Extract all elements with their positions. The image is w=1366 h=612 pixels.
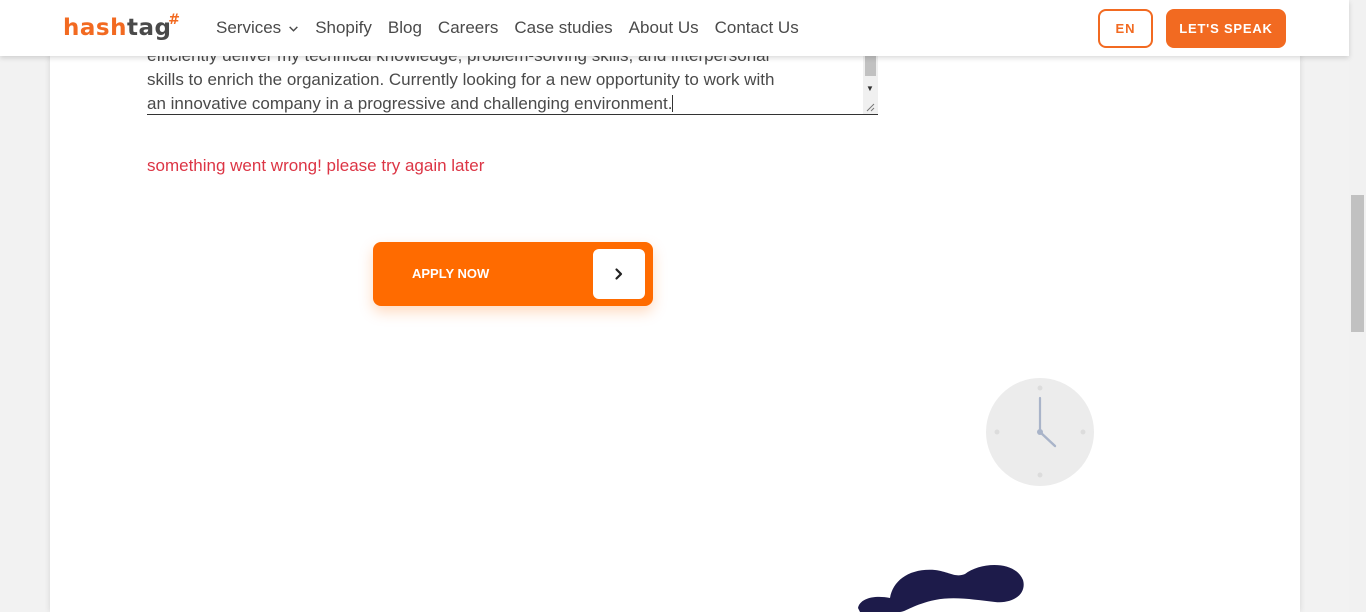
clock-illustration [986, 378, 1094, 486]
logo-mark: # [168, 12, 181, 28]
nav-item-careers[interactable]: Careers [438, 18, 498, 38]
nav-item-label: Services [216, 18, 282, 37]
hashtag-logo[interactable]: hashtag # [63, 10, 180, 46]
page-scrollbar[interactable] [1349, 0, 1366, 612]
lets-speak-button[interactable]: LET'S SPEAK [1166, 9, 1286, 48]
chevron-right-icon [615, 268, 623, 280]
text-cursor [672, 95, 674, 112]
textarea-line: an innovative company in a progressive a… [147, 92, 847, 114]
form-error-message: something went wrong! please try again l… [147, 156, 485, 175]
apply-arrow-box [593, 249, 645, 299]
nav-item-blog[interactable]: Blog [388, 18, 422, 38]
logo-text-main: hash [63, 15, 127, 41]
apply-now-label: APPLY NOW [412, 266, 490, 281]
nav-item-case-studies[interactable]: Case studies [514, 18, 612, 38]
language-button[interactable]: EN [1098, 9, 1153, 48]
nav-item-label: Careers [437, 18, 499, 37]
nav-item-label: Blog [387, 18, 422, 37]
nav-item-label: Contact Us [714, 18, 799, 37]
clock-icon [994, 385, 1086, 478]
scroll-down-arrow-icon[interactable]: ▼ [866, 84, 874, 93]
textarea-scrollbar[interactable]: ▼ [863, 56, 878, 114]
nav-item-about-us[interactable]: About Us [629, 18, 699, 38]
textarea-scroll-thumb[interactable] [865, 56, 876, 76]
nav-item-label: About Us [628, 18, 699, 37]
nav-item-shopify[interactable]: Shopify [315, 18, 372, 38]
nav-menu: Services Shopify Blog Careers Case studi… [216, 0, 799, 56]
chevron-down-icon [289, 25, 299, 32]
top-navbar: hashtag # Services Shopify Blog Careers C… [0, 0, 1349, 56]
nav-item-label: Case studies [514, 18, 613, 37]
nav-item-label: Shopify [315, 18, 372, 37]
textarea-line: skills to enrich the organization. Curre… [147, 70, 775, 89]
apply-now-button[interactable]: APPLY NOW [373, 242, 653, 306]
logo-text-tail: tag [126, 15, 172, 41]
page-scroll-thumb[interactable] [1351, 195, 1364, 332]
nav-item-contact-us[interactable]: Contact Us [715, 18, 799, 38]
blob-illustration [858, 564, 1024, 612]
nav-item-services[interactable]: Services [216, 18, 299, 38]
textarea-line-text: an innovative company in a progressive a… [147, 94, 673, 113]
resize-grip-icon[interactable] [865, 102, 875, 112]
